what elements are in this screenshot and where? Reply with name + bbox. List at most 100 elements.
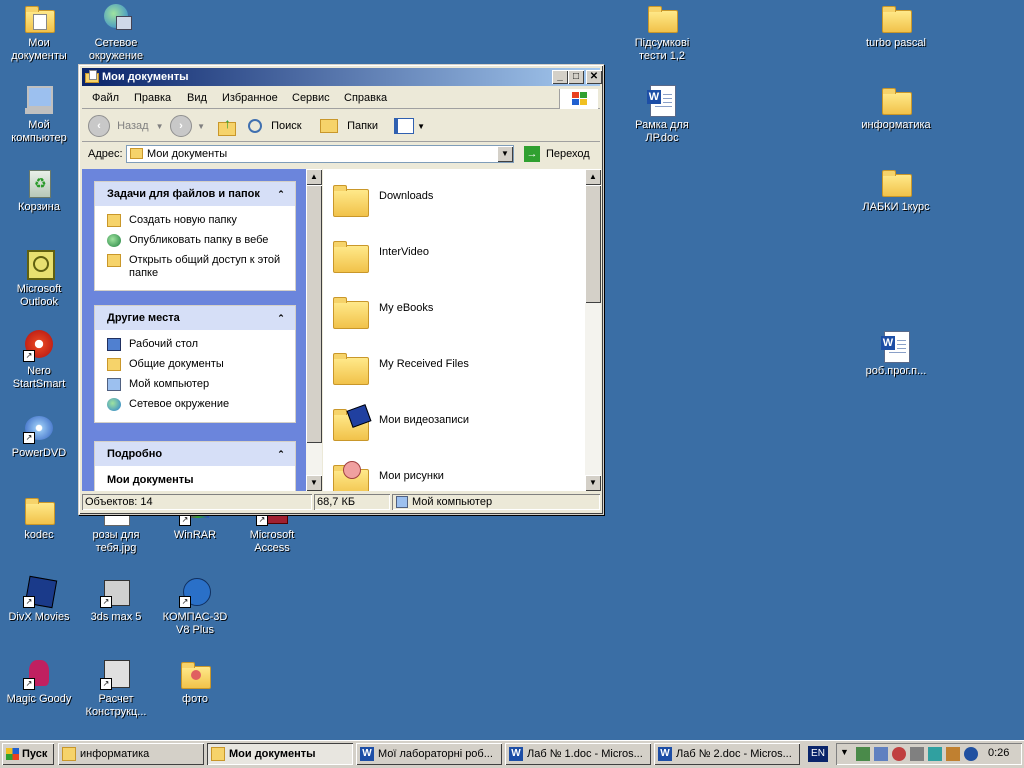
details-panel: Подробно ⌃ Мои документы [94,441,296,491]
list-item[interactable]: My Received Files [331,341,581,389]
panel-header[interactable]: Подробно ⌃ [95,442,295,466]
task-pane-scrollbar[interactable]: ▲ ▼ [306,169,322,491]
list-item[interactable]: InterVideo [331,229,581,277]
tray-app2-icon[interactable] [946,747,960,761]
back-arrow-icon: ‹ [88,115,110,138]
desktop-icon-3dsmax[interactable]: ↗ 3ds max 5 [77,576,155,624]
task-link-share[interactable]: Открыть общий доступ к этой папке [95,254,295,280]
desktop-icon-foto[interactable]: фото [156,658,234,706]
desktop-icon-ramka[interactable]: W Рамка для ЛР.doc [623,84,701,145]
language-indicator[interactable]: EN [808,746,828,762]
search-icon [248,119,262,134]
task-link-new-folder[interactable]: Создать новую папку [95,214,295,227]
scroll-thumb[interactable] [306,185,322,443]
menu-help[interactable]: Справка [344,92,387,104]
desktop-icon-turbo-pascal[interactable]: turbo pascal [857,2,935,50]
desktop-icon-divx[interactable]: ↗ DivX Movies [0,575,78,624]
taskbar-button-informatika[interactable]: информатика [58,743,204,765]
place-link-network[interactable]: Сетевое окружение [95,398,295,411]
chevron-down-icon: ▼ [417,122,425,131]
desktop-icon-outlook[interactable]: Microsoft Outlook [0,248,78,309]
panel-header[interactable]: Задачи для файлов и папок ⌃ [95,182,295,206]
desktop-icon-magic-goody[interactable]: ↗ Magic Goody [0,658,78,706]
place-link-my-computer[interactable]: Мой компьютер [95,378,295,391]
forward-button[interactable]: › ▼ [170,114,205,138]
scroll-up-button[interactable]: ▲ [585,169,601,185]
panel-header[interactable]: Другие места ⌃ [95,306,295,330]
window-titlebar[interactable]: Мои документы _ □ ✕ [82,68,602,86]
menu-view[interactable]: Вид [187,92,207,104]
details-name: Мои документы [107,474,194,486]
scroll-down-button[interactable]: ▼ [585,475,601,491]
status-size: 68,7 КБ [314,494,390,510]
desktop-icon-my-documents[interactable]: Мои документы [0,2,78,63]
search-button[interactable]: Поиск [248,114,302,138]
tray-safe-remove-icon[interactable] [874,747,888,761]
computer-icon [107,378,121,391]
clock[interactable]: 0:26 [988,747,1009,759]
folder-icon [646,2,678,34]
scroll-down-button[interactable]: ▼ [306,475,322,491]
menu-tools[interactable]: Сервис [292,92,330,104]
place-link-shared-documents[interactable]: Общие документы [95,358,295,371]
place-link-desktop[interactable]: Рабочий стол [95,338,295,351]
tray-volume-icon[interactable] [910,747,924,761]
address-bar: Адрес: Мои документы ▼ → Переход [82,143,600,167]
address-dropdown-button[interactable]: ▼ [497,146,513,162]
desktop-icon-powerdvd[interactable]: ↗ PowerDVD [0,412,78,460]
list-item[interactable]: Downloads [331,173,581,221]
list-item[interactable]: My eBooks [331,285,581,333]
desktop-icon-raschet[interactable]: ↗ Расчет Конструкц... [77,658,155,719]
desktop-icon-labki[interactable]: ЛАБКИ 1курс [857,166,935,214]
desktop-icon-my-computer[interactable]: Мой компьютер [0,84,78,145]
tray-network-icon[interactable] [856,747,870,761]
tray-expand-icon[interactable]: ▼ [840,747,849,757]
scroll-thumb[interactable] [585,185,601,303]
task-link-publish[interactable]: Опубликовать папку в вебе [95,234,295,247]
desktop-icon-informatika[interactable]: информатика [857,84,935,132]
desktop-icon-kodec[interactable]: kodec [0,494,78,542]
go-button[interactable]: → Переход [524,145,598,163]
desktop-icon-nero[interactable]: ↗ Nero StartSmart [0,330,78,391]
desktop-icon-network[interactable]: Сетевое окружение [77,2,155,63]
start-button[interactable]: Пуск [2,743,54,765]
views-button[interactable]: ▼ [394,114,425,138]
menu-file[interactable]: Файл [92,92,119,104]
menu-edit[interactable]: Правка [134,92,171,104]
window-title: Мои документы [102,71,189,83]
desktop-icon-recycle-bin[interactable]: ♻ Корзина [0,166,78,214]
windows-logo-icon [559,89,598,109]
list-item[interactable]: Мои рисунки [331,453,581,491]
taskbar-button-lab2[interactable]: W Лаб № 2.doc - Micros... [654,743,800,765]
taskbar-button-my-documents[interactable]: Мои документы [207,743,353,765]
list-item[interactable]: Мои видеозаписи [331,397,581,445]
tray-antivirus-icon[interactable] [892,747,906,761]
taskbar-button-lab1[interactable]: W Лаб № 1.doc - Micros... [505,743,651,765]
file-list-scrollbar[interactable]: ▲ ▼ [585,169,601,491]
tray-app-icon[interactable] [928,747,942,761]
word-document-icon: W [880,330,912,363]
taskbar-button-labs[interactable]: W Мої лабораторні роб... [356,743,502,765]
menu-favorites[interactable]: Избранное [222,92,278,104]
back-button[interactable]: ‹ Назад ▼ [88,114,164,138]
collapse-chevron-icon[interactable]: ⌃ [275,448,287,460]
tray-app3-icon[interactable] [964,747,978,761]
powerdvd-icon: ↗ [23,412,55,444]
desktop-icon-tests[interactable]: Підсумкові тести 1,2 [623,2,701,63]
collapse-chevron-icon[interactable]: ⌃ [275,188,287,200]
minimize-button[interactable]: _ [552,70,568,84]
maximize-button[interactable]: □ [568,70,584,84]
address-input[interactable]: Мои документы ▼ [126,145,514,163]
chevron-down-icon: ▼ [197,122,205,131]
scroll-up-button[interactable]: ▲ [306,169,322,185]
my-computer-icon [23,84,55,116]
desktop-icon-rob-prog[interactable]: W роб.прог.п... [857,330,935,378]
up-folder-button[interactable]: ↑ [216,114,236,138]
desktop-icon-kompas[interactable]: ↗ КОМПАС-3D V8 Plus [156,576,234,637]
my-documents-icon [23,2,55,34]
close-button[interactable]: ✕ [586,70,602,84]
folder-icon [130,148,143,159]
desktop-icon-label: Корзина [18,201,60,213]
folders-button[interactable]: Папки [320,114,378,138]
collapse-chevron-icon[interactable]: ⌃ [275,312,287,324]
